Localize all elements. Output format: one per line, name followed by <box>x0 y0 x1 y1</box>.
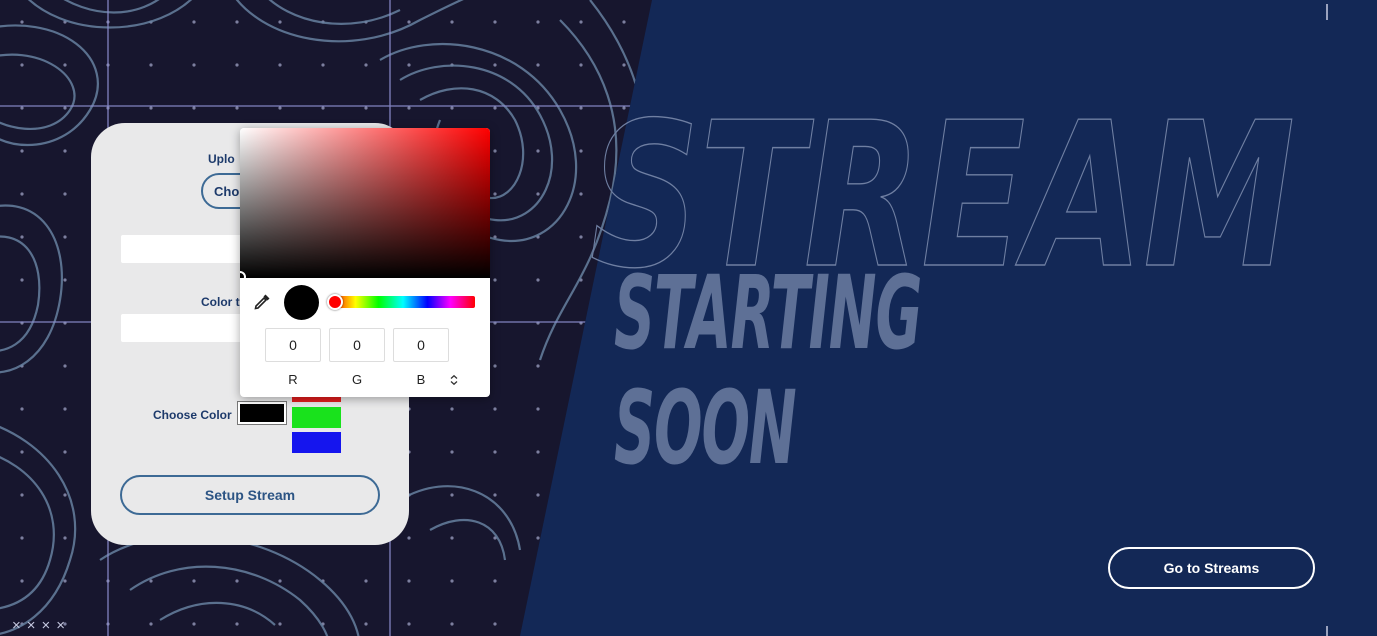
saturation-area[interactable] <box>240 128 490 283</box>
blue-value-input[interactable] <box>393 328 449 362</box>
hero-title-outline: STREAM <box>590 79 1296 285</box>
hue-slider[interactable] <box>327 294 475 310</box>
hue-slider-handle[interactable] <box>327 294 343 310</box>
preset-swatch-blue[interactable] <box>292 432 341 453</box>
hero-title-soon: SOON <box>614 369 797 488</box>
red-label: R <box>288 372 298 387</box>
green-label: G <box>351 372 363 387</box>
eyedropper-icon[interactable] <box>252 292 272 312</box>
decorative-x-marks: ×××× <box>12 617 72 634</box>
red-value-input[interactable] <box>265 328 321 362</box>
upload-label: Uplo <box>208 152 235 166</box>
go-to-streams-button[interactable]: Go to Streams <box>1108 547 1315 589</box>
preset-swatch-green[interactable] <box>292 407 341 428</box>
updown-chevron-icon[interactable] <box>448 373 460 386</box>
color-picker-popup: R G B <box>240 128 490 397</box>
choose-color-label: Choose Color <box>153 408 232 422</box>
color-label: Color t <box>201 295 240 309</box>
color-preview <box>284 285 319 320</box>
setup-stream-button[interactable]: Setup Stream <box>120 475 380 515</box>
current-color-swatch[interactable] <box>237 401 287 425</box>
saturation-handle[interactable] <box>240 271 246 283</box>
green-value-input[interactable] <box>329 328 385 362</box>
blue-label: B <box>416 372 426 387</box>
hero-title-starting: STARTING <box>614 254 922 373</box>
page-canvas: STREAM STARTING SOON Uplo Cho Color t Ch… <box>0 0 1377 636</box>
